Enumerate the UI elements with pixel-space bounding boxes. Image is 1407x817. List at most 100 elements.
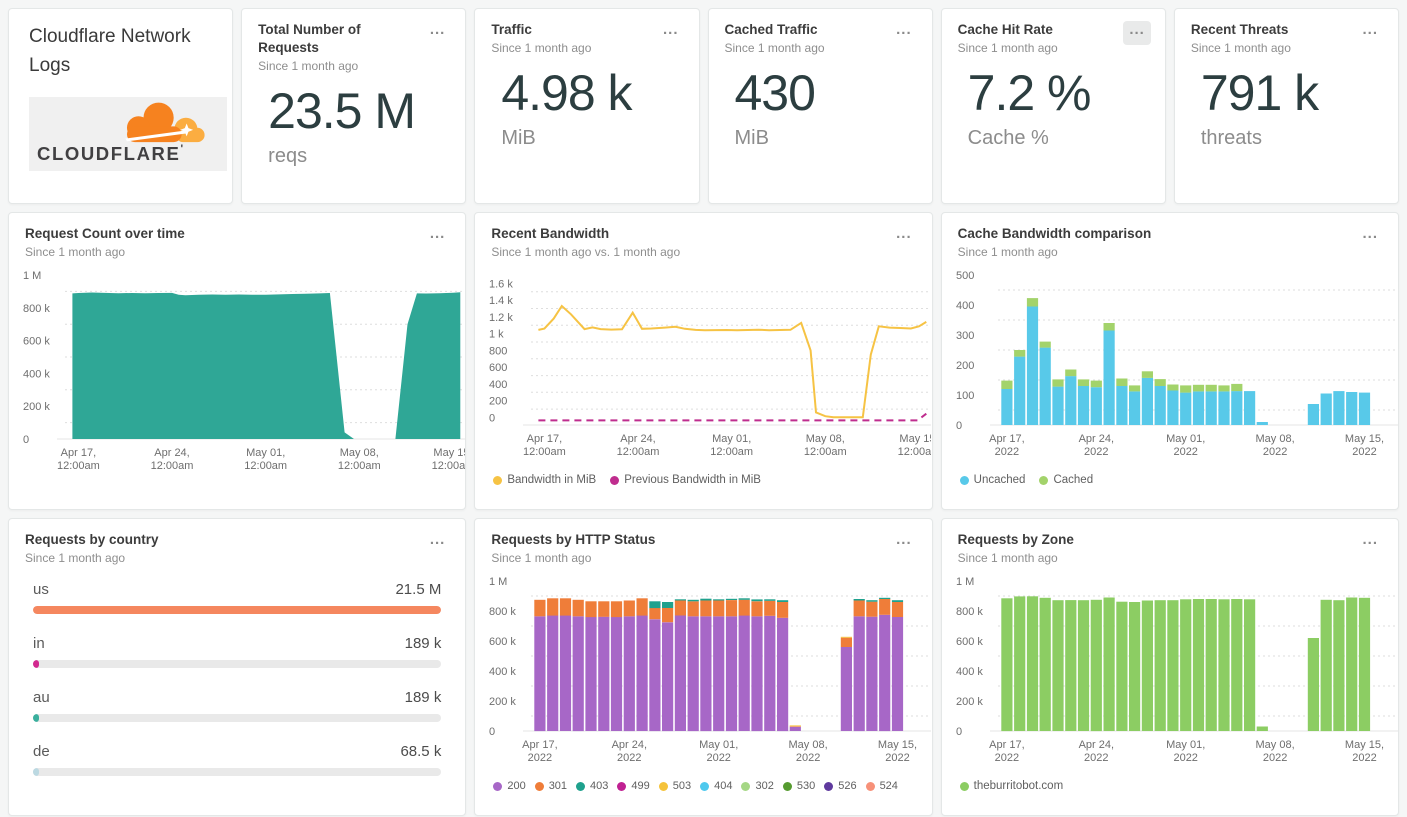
legend-dot-icon xyxy=(959,475,969,485)
legend-item[interactable]: 530 xyxy=(782,780,815,792)
svg-text:May 15,: May 15, xyxy=(1345,739,1384,751)
svg-text:2022: 2022 xyxy=(1352,752,1376,764)
panel-menu-button[interactable]: ... xyxy=(1123,21,1151,45)
svg-text:2022: 2022 xyxy=(1263,752,1287,764)
svg-text:May 01,: May 01, xyxy=(699,739,738,751)
panel-cache-bandwidth: Cache Bandwidth comparison Since 1 month… xyxy=(940,212,1399,510)
country-label: us xyxy=(33,581,49,599)
zone-chart[interactable]: 1 M 800 k 600 k 400 k 200 k 0 Apr 17, 2022 Apr 2… xyxy=(942,571,1398,774)
legend-item[interactable]: 499 xyxy=(617,780,650,792)
svg-text:12:00am: 12:00am xyxy=(432,460,465,472)
country-row[interactable]: de 68.5 k xyxy=(33,743,442,777)
legend-item[interactable]: 301 xyxy=(534,780,567,792)
svg-text:Apr 24,: Apr 24, xyxy=(621,433,656,445)
svg-text:Apr 24,: Apr 24, xyxy=(1078,739,1113,751)
panel-subtitle: Since 1 month ago xyxy=(258,59,359,74)
country-row[interactable]: us 21.5 M xyxy=(33,581,442,615)
panel-cache-hit-rate: Cache Hit Rate Since 1 month ago ... 7.2… xyxy=(940,8,1166,204)
svg-text:400: 400 xyxy=(956,300,974,312)
legend-dot-icon xyxy=(493,475,503,485)
panel-recent-bandwidth: Recent Bandwidth Since 1 month ago vs. 1… xyxy=(474,212,933,510)
panel-brand: Cloudflare Network Logs CLOUDFLARE' xyxy=(8,8,234,204)
svg-text:200: 200 xyxy=(489,396,507,408)
legend-item[interactable]: 524 xyxy=(865,780,898,792)
legend-item[interactable]: theburritobot.com xyxy=(959,780,1063,792)
country-bar-track xyxy=(33,714,442,723)
svg-text:0: 0 xyxy=(956,420,962,432)
cache-bandwidth-chart[interactable]: 500 400 300 200 100 0 Apr 17, 2022 Apr 24, 2022 Ma… xyxy=(942,265,1398,468)
stat-value: 791 k xyxy=(1200,65,1319,122)
chart-legend: theburritobot.com xyxy=(942,780,1398,792)
legend-dot-icon xyxy=(824,781,834,791)
panel-menu-button[interactable]: ... xyxy=(1356,21,1384,45)
legend-item[interactable]: 526 xyxy=(824,780,857,792)
panel-requests-by-zone: Requests by Zone Since 1 month ago ... 1… xyxy=(940,518,1399,816)
svg-text:0: 0 xyxy=(489,413,495,425)
svg-text:200 k: 200 k xyxy=(489,696,516,708)
panel-subtitle: Since 1 month ago xyxy=(957,245,1058,260)
chart-legend: Bandwidth in MiB Previous Bandwidth in Mi… xyxy=(475,474,931,486)
svg-text:May 08,: May 08, xyxy=(1255,433,1294,445)
panel-menu-button[interactable]: ... xyxy=(424,531,452,555)
svg-text:May 01,: May 01, xyxy=(712,433,751,445)
svg-text:2022: 2022 xyxy=(994,752,1018,764)
svg-text:400 k: 400 k xyxy=(956,666,983,678)
country-row[interactable]: au 189 k xyxy=(33,689,442,723)
svg-text:0: 0 xyxy=(489,726,495,738)
svg-text:May 15,: May 15, xyxy=(433,447,465,459)
panel-http-status: Requests by HTTP Status Since 1 month ag… xyxy=(474,518,933,816)
panel-title: Cached Traffic xyxy=(724,22,818,37)
svg-text:12:00am: 12:00am xyxy=(617,446,660,458)
stat-unit: MiB xyxy=(734,126,769,149)
svg-text:May 15,: May 15, xyxy=(878,739,917,751)
legend-item[interactable]: Previous Bandwidth in MiB xyxy=(610,474,761,486)
svg-text:800: 800 xyxy=(489,346,507,358)
svg-text:800 k: 800 k xyxy=(956,606,983,618)
svg-text:1 M: 1 M xyxy=(489,576,507,588)
legend-item[interactable]: Uncached xyxy=(959,474,1025,486)
svg-text:2022: 2022 xyxy=(886,752,910,764)
country-value: 189 k xyxy=(404,635,442,653)
cloudflare-wordmark: CLOUDFLARE' xyxy=(37,143,185,164)
svg-text:2022: 2022 xyxy=(528,752,552,764)
panel-menu-button[interactable]: ... xyxy=(890,531,918,555)
panel-menu-button[interactable]: ... xyxy=(657,21,685,45)
svg-text:2022: 2022 xyxy=(1263,446,1287,458)
panel-menu-button[interactable]: ... xyxy=(424,225,452,249)
stat-unit: MiB xyxy=(501,126,536,149)
country-row[interactable]: in 189 k xyxy=(33,635,442,669)
panel-menu-button[interactable]: ... xyxy=(1356,531,1384,555)
legend-item[interactable]: 302 xyxy=(741,780,774,792)
svg-text:600 k: 600 k xyxy=(23,336,50,348)
svg-text:2022: 2022 xyxy=(707,752,731,764)
legend-dot-icon xyxy=(534,781,544,791)
panel-menu-button[interactable]: ... xyxy=(890,225,918,249)
legend-item[interactable]: Cached xyxy=(1039,474,1093,486)
legend-item[interactable]: 200 xyxy=(493,780,526,792)
country-value: 68.5 k xyxy=(400,743,442,761)
request-count-chart[interactable]: 1 M 800 k 600 k 400 k 200 k 0 Apr 17, 12:00am Ap… xyxy=(9,265,465,482)
http-status-chart[interactable]: 1 M 800 k 600 k 400 k 200 k 0 Apr 17, 2022 Apr 2… xyxy=(475,571,932,774)
panel-subtitle: Since 1 month ago xyxy=(491,551,592,566)
svg-text:Apr 17,: Apr 17, xyxy=(522,739,557,751)
svg-text:2022: 2022 xyxy=(1352,446,1376,458)
svg-text:May 15,: May 15, xyxy=(900,433,932,445)
panel-menu-button[interactable]: ... xyxy=(890,21,918,45)
legend-item[interactable]: 404 xyxy=(700,780,732,792)
legend-item[interactable]: Bandwidth in MiB xyxy=(493,474,596,486)
country-value: 21.5 M xyxy=(395,581,442,599)
legend-item[interactable]: 503 xyxy=(658,780,691,792)
svg-text:Apr 17,: Apr 17, xyxy=(989,739,1024,751)
panel-menu-button[interactable]: ... xyxy=(424,21,452,45)
stat-value: 23.5 M xyxy=(268,83,416,140)
svg-text:0: 0 xyxy=(23,434,29,446)
country-label: in xyxy=(33,635,45,653)
svg-text:12:00am: 12:00am xyxy=(151,460,194,472)
legend-item[interactable]: 403 xyxy=(576,780,608,792)
panel-menu-button[interactable]: ... xyxy=(1356,225,1384,249)
svg-text:600 k: 600 k xyxy=(956,636,983,648)
svg-text:12:00am: 12:00am xyxy=(523,446,566,458)
country-bar-fill xyxy=(33,714,39,723)
panel-title: Requests by country xyxy=(25,532,159,547)
recent-bandwidth-chart[interactable]: 1.6 k 1.4 k 1.2 k1 k 800 600 400 200 0 Apr 17, 12… xyxy=(475,265,931,468)
